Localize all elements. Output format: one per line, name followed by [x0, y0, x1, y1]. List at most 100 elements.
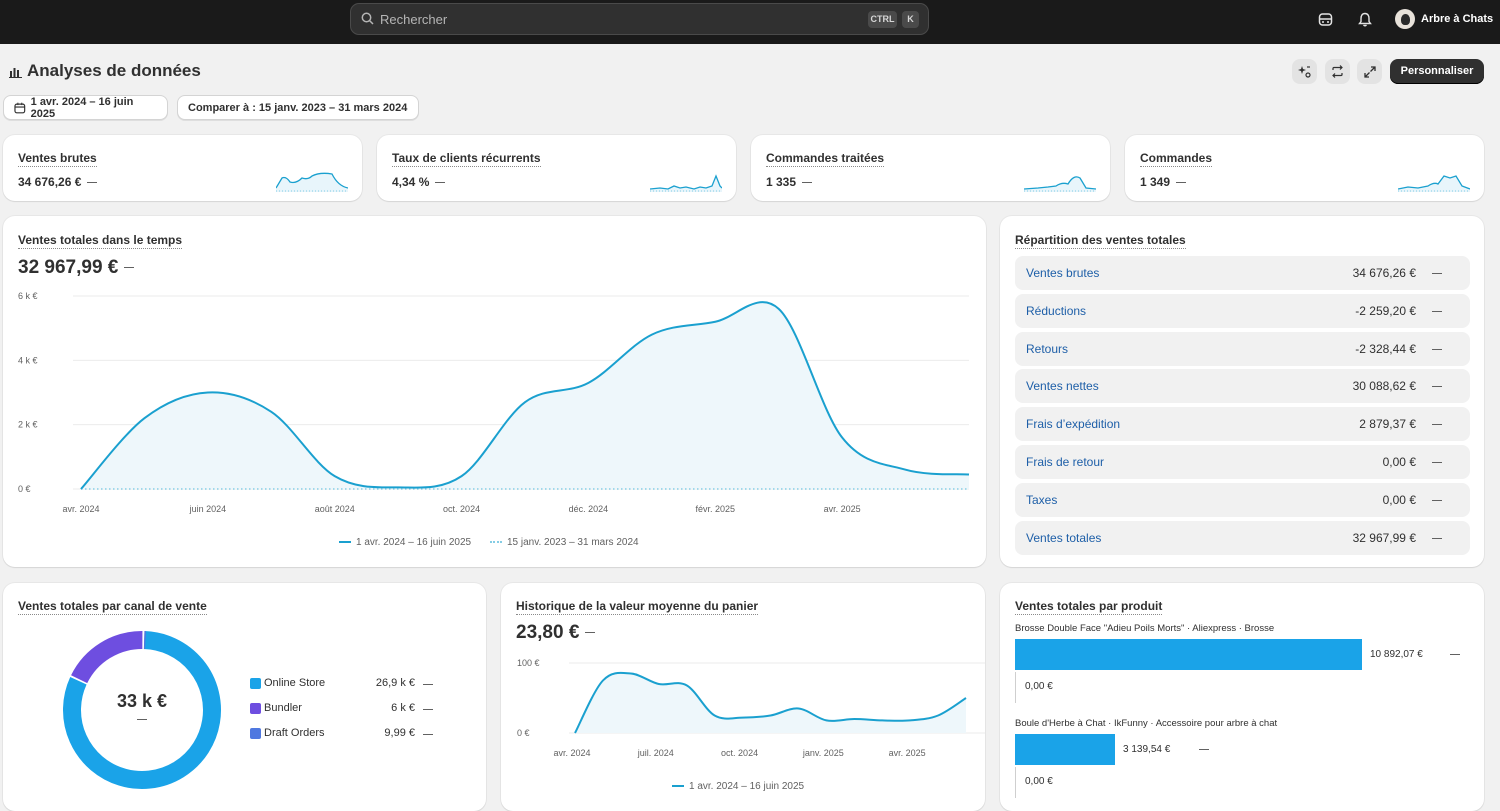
breakdown-row[interactable]: Frais d’expédition 2 879,37 € [1015, 407, 1470, 442]
breakdown-row[interactable]: Ventes nettes 30 088,62 € [1015, 369, 1470, 404]
product-label: Brosse Double Face "Adieu Poils Morts" ·… [1015, 623, 1275, 634]
store-menu[interactable]: Arbre à Chats [1395, 9, 1493, 29]
breakdown-row-dash [1432, 499, 1442, 501]
breakdown-row-label[interactable]: Ventes brutes [1026, 266, 1099, 280]
legend-current: 1 avr. 2024 – 16 juin 2025 [339, 537, 471, 548]
card-title[interactable]: Historique de la valeur moyenne du panie… [516, 599, 759, 615]
product-bar[interactable] [1015, 639, 1362, 670]
ai-insights-button[interactable] [1292, 59, 1317, 84]
sparkle-icon [1298, 66, 1311, 78]
channel-legend-item: Online Store 26,9 k € [250, 677, 435, 691]
search-placeholder: Rechercher [380, 12, 448, 27]
card-title[interactable]: Ventes totales dans le temps [18, 233, 183, 249]
sales-by-channel-card: Ventes totales par canal de vente 33 k €… [3, 583, 486, 811]
channel-value: 9,99 € [384, 727, 415, 739]
x-tick-label: août 2024 [315, 504, 355, 514]
change-dash [585, 632, 596, 634]
card-title[interactable]: Ventes totales par produit [1015, 599, 1163, 615]
kpi-change-dash [1176, 182, 1187, 184]
x-tick-label: févr. 2025 [696, 504, 736, 514]
x-tick-label: avr. 2024 [62, 504, 99, 514]
sales-line-chart[interactable]: 0 € 2 k € 4 k € 6 k € avr. 2024 juin 2024 août… [3, 286, 986, 521]
kpi-value: 1 335 [766, 175, 813, 189]
breakdown-row-label[interactable]: Frais d’expédition [1026, 417, 1120, 431]
customize-button[interactable]: Personnaliser [1390, 59, 1484, 84]
breakdown-row[interactable]: Taxes 0,00 € [1015, 482, 1470, 517]
breakdown-row-label[interactable]: Ventes totales [1026, 531, 1101, 545]
breakdown-row-value: 0,00 € [1382, 492, 1416, 507]
aov-value: 23,80 € [516, 622, 596, 644]
search-input[interactable]: Rechercher CTRL K [350, 3, 929, 35]
y-tick-label: 2 k € [18, 420, 38, 430]
breakdown-row-label[interactable]: Taxes [1026, 493, 1057, 507]
breakdown-row-label[interactable]: Frais de retour [1026, 455, 1104, 469]
legend-line-swatch [672, 785, 684, 788]
channel-dash [423, 734, 433, 735]
store-avatar [1395, 9, 1415, 29]
breakdown-row[interactable]: Réductions -2 259,20 € [1015, 293, 1470, 328]
x-tick-label: oct. 2024 [443, 504, 480, 514]
legend-current-text: 1 avr. 2024 – 16 juin 2025 [356, 537, 472, 548]
card-title[interactable]: Répartition des ventes totales [1015, 233, 1186, 249]
calendar-icon [14, 102, 26, 113]
product-bar[interactable] [1015, 734, 1116, 765]
breakdown-row-dash [1432, 273, 1442, 274]
donut-center-dash [137, 719, 147, 720]
kpi-sparkline [1024, 176, 1096, 192]
x-tick-label: avr. 2024 [553, 748, 590, 758]
kpi-card-orders[interactable]: Commandes 1 349 [1125, 135, 1484, 201]
date-range-picker[interactable]: 1 avr. 2024 – 16 juin 2025 [3, 95, 168, 120]
fullscreen-button[interactable] [1357, 59, 1382, 84]
legend-current: 1 avr. 2024 – 16 juin 2025 [672, 781, 804, 792]
kpi-card-fulfilled-orders[interactable]: Commandes traitées 1 335 [751, 135, 1110, 201]
breakdown-row-label[interactable]: Retours [1026, 342, 1068, 356]
page-title: Analyses de données [9, 61, 201, 81]
area-fill [575, 672, 966, 733]
y-tick-label: 0 € [18, 484, 31, 494]
analytics-chart-icon [9, 67, 22, 78]
legend-swatch [250, 728, 261, 739]
x-tick-label: déc. 2024 [569, 504, 609, 514]
aov-line-chart[interactable]: 0 € 100 € avr. 2024 juil. 2024 oct. 2024 janv… [501, 653, 985, 768]
breakdown-row-dash [1432, 310, 1442, 312]
breakdown-row-dash [1432, 424, 1442, 426]
legend-line-swatch [339, 541, 351, 544]
aov-card: Historique de la valeur moyenne du panie… [501, 583, 985, 811]
expand-icon [1363, 65, 1376, 78]
channel-name: Draft Orders [264, 727, 325, 739]
kpi-change-dash [87, 182, 98, 184]
donut-slice[interactable] [71, 631, 143, 684]
kpi-sparkline [1398, 175, 1470, 192]
compare-bar [1015, 767, 1016, 798]
breakdown-row-value: 2 879,37 € [1359, 417, 1416, 432]
kpi-card-gross-sales[interactable]: Ventes brutes 34 676,26 € [3, 135, 362, 201]
breakdown-row-dash [1432, 537, 1442, 539]
refresh-button[interactable] [1325, 59, 1350, 84]
breakdown-row[interactable]: Ventes totales 32 967,99 € [1015, 520, 1470, 555]
page-title-text: Analyses de données [27, 61, 201, 80]
search-icon [361, 12, 374, 25]
breakdown-row-label[interactable]: Ventes nettes [1026, 379, 1099, 393]
y-tick-label: 6 k € [18, 291, 38, 301]
channel-dash [423, 684, 433, 685]
breakdown-row-value: 30 088,62 € [1352, 379, 1416, 394]
card-title[interactable]: Ventes totales par canal de vente [18, 599, 207, 615]
legend-current-text: 1 avr. 2024 – 16 juin 2025 [689, 781, 805, 792]
x-tick-label: juil. 2024 [637, 748, 674, 758]
sidekick-icon[interactable] [1318, 12, 1333, 27]
kpi-value: 1 349 [1140, 175, 1187, 189]
breakdown-row-label[interactable]: Réductions [1026, 304, 1086, 318]
refresh-arrows-icon [1332, 65, 1343, 78]
breakdown-row[interactable]: Frais de retour 0,00 € [1015, 445, 1470, 479]
breakdown-row[interactable]: Ventes brutes 34 676,26 € [1015, 256, 1470, 290]
compare-bar [1015, 672, 1016, 703]
kpi-card-returning-customers[interactable]: Taux de clients récurrents 4,34 % [377, 135, 736, 201]
notifications-bell-icon[interactable] [1358, 12, 1372, 27]
kbd-ctrl: CTRL [868, 11, 897, 28]
breakdown-row[interactable]: Retours -2 328,44 € [1015, 331, 1470, 366]
kpi-title: Commandes [1140, 151, 1213, 167]
x-tick-label: avr. 2025 [889, 748, 926, 758]
compare-range-picker[interactable]: Comparer à : 15 janv. 2023 – 31 mars 202… [177, 95, 419, 120]
compare-range-text: Comparer à : 15 janv. 2023 – 31 mars 202… [188, 101, 408, 114]
kpi-value: 4,34 % [392, 175, 446, 189]
